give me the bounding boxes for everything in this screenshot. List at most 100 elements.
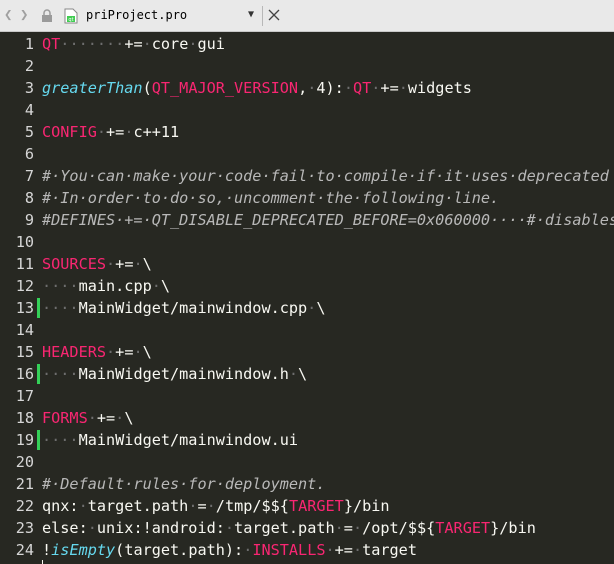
lock-icon[interactable] — [41, 9, 53, 23]
code-token: · — [343, 79, 353, 97]
code-line[interactable]: 1 QT·······+=·core·gui — [0, 33, 614, 55]
code-line[interactable]: 4 — [0, 99, 614, 121]
line-number: 15 — [15, 343, 34, 361]
triangle-down-icon[interactable]: ▼ — [248, 9, 254, 20]
line-number: 12 — [15, 277, 34, 295]
code-line[interactable]: 9 #DEFINES·+=·QT_DISABLE_DEPRECATED_BEFOR… — [0, 209, 614, 231]
code-token: = — [197, 497, 207, 515]
code-line[interactable]: 24 !isEmpty(target.path):·INSTALLS·+=·tar… — [0, 539, 614, 561]
code-line[interactable]: 6 — [0, 143, 614, 165]
code-token: · — [325, 541, 335, 559]
code-token: QT — [352, 79, 372, 97]
code-text: CONFIG·+=·c++11 — [42, 121, 179, 143]
code-text: #·Default·rules·for·deployment. — [42, 473, 325, 495]
code-token: \ — [142, 343, 152, 361]
code-line[interactable]: 3 greaterThan(QT_MAJOR_VERSION,·4):·QT·+=… — [0, 77, 614, 99]
code-token: \ — [124, 409, 134, 427]
chevron-left-icon[interactable]: ❮ — [4, 7, 12, 23]
code-token: #·In·order·to·do·so,·uncomment·the·follo… — [42, 189, 500, 207]
code-token: }/bin — [343, 497, 390, 515]
code-token: · — [224, 519, 235, 537]
code-token: MainWidget/mainwindow.ui — [78, 431, 299, 449]
code-line[interactable]: 8 #·In·order·to·do·so,·uncomment·the·foll… — [0, 187, 614, 209]
code-token: }/bin — [490, 519, 536, 537]
file-tab-title[interactable]: priProject.pro — [86, 8, 187, 22]
code-text: #DEFINES·+=·QT_DISABLE_DEPRECATED_BEFORE… — [42, 209, 614, 231]
code-token: MainWidget/mainwindow.cpp — [78, 299, 308, 317]
code-line[interactable]: 2 — [0, 55, 614, 77]
chevron-right-icon[interactable]: ❯ — [20, 7, 28, 23]
line-number: 24 — [15, 541, 34, 559]
code-line[interactable]: 5 CONFIG·+=·c++11 — [0, 121, 614, 143]
code-line[interactable]: 7 #·You·can·make·your·code·fail·to·compil… — [0, 165, 614, 187]
code-token: = — [343, 519, 353, 537]
code-line[interactable]: 18 FORMS·+=·\ — [0, 407, 614, 429]
code-line[interactable]: 10 — [0, 231, 614, 253]
code-token: · — [307, 299, 317, 317]
code-editor[interactable]: 1 QT·······+=·core·gui 2 3 greaterThan(QT_MA… — [0, 32, 614, 564]
code-token: FORMS — [42, 409, 88, 427]
code-token: MainWidget/mainwindow.h — [78, 365, 289, 383]
code-token: c++11 — [133, 123, 180, 141]
line-number: 13 — [15, 299, 34, 317]
code-token: ···· — [42, 299, 79, 317]
code-text: #·You·can·make·your·code·fail·to·compile… — [42, 165, 609, 187]
code-line[interactable]: 20 — [0, 451, 614, 473]
code-token: · — [398, 79, 408, 97]
code-token: QT — [42, 35, 61, 53]
qt-project-file-icon: qt — [64, 8, 78, 24]
code-token: INSTALLS — [252, 541, 326, 559]
code-line[interactable]: 13 ····MainWidget/mainwindow.cpp·\ — [0, 297, 614, 319]
line-number: 1 — [24, 35, 34, 53]
code-token: (target.path): — [115, 541, 244, 559]
code-token: TARGET — [288, 497, 344, 515]
code-text: SOURCES·+=·\ — [42, 253, 152, 275]
code-token: += — [115, 343, 134, 361]
svg-text:qt: qt — [68, 17, 73, 23]
code-token: else: — [42, 519, 88, 537]
code-line[interactable]: 19 ····MainWidget/mainwindow.ui — [0, 429, 614, 451]
code-line[interactable]: 16 ····MainWidget/mainwindow.h·\ — [0, 363, 614, 385]
code-token: widgets — [407, 79, 472, 97]
code-token: greaterThan — [42, 79, 143, 97]
line-number: 17 — [15, 387, 34, 405]
code-text: !isEmpty(target.path):·INSTALLS·+=·targe… — [42, 539, 417, 561]
line-number: 8 — [24, 189, 34, 207]
line-number: 2 — [24, 57, 34, 75]
code-line[interactable]: 23 else:·unix:!android:·target.path·=·/op… — [0, 517, 614, 539]
line-number: 18 — [15, 409, 34, 427]
code-token: SOURCES — [42, 255, 107, 273]
line-number: 20 — [15, 453, 34, 471]
code-line[interactable]: 14 — [0, 319, 614, 341]
code-token: · — [133, 343, 143, 361]
code-token: main.cpp — [78, 277, 152, 295]
code-line[interactable]: 21 #·Default·rules·for·deployment. — [0, 473, 614, 495]
code-token: · — [243, 541, 253, 559]
modified-line-marker — [37, 298, 40, 318]
code-token: gui — [197, 35, 225, 53]
code-token: CONFIG — [42, 123, 97, 141]
code-text: #·In·order·to·do·so,·uncomment·the·follo… — [42, 187, 499, 209]
code-token: ! — [42, 541, 52, 559]
code-token: ···· — [42, 277, 79, 295]
code-token: core — [151, 35, 189, 53]
text-cursor — [42, 560, 43, 564]
close-icon[interactable] — [267, 8, 281, 22]
code-token: target — [362, 541, 417, 559]
code-line[interactable]: 15 HEADERS·+=·\ — [0, 341, 614, 363]
line-number: 16 — [15, 365, 34, 383]
line-number: 14 — [15, 321, 34, 339]
code-line[interactable]: 12 ····main.cpp·\ — [0, 275, 614, 297]
line-number: 19 — [15, 431, 34, 449]
code-text: QT·······+=·core·gui — [42, 33, 225, 55]
code-token: += — [334, 541, 353, 559]
code-token: QT_MAJOR_VERSION — [151, 79, 299, 97]
code-token: ···· — [42, 365, 79, 383]
code-token: += — [124, 35, 143, 53]
code-line[interactable]: 17 — [0, 385, 614, 407]
code-token: TARGET — [435, 519, 491, 537]
code-token: \ — [298, 365, 308, 383]
code-line[interactable]: 11 SOURCES·+=·\ — [0, 253, 614, 275]
code-line[interactable]: 22 qnx:·target.path·=·/tmp/$${TARGET}/bin — [0, 495, 614, 517]
code-token: · — [133, 255, 143, 273]
